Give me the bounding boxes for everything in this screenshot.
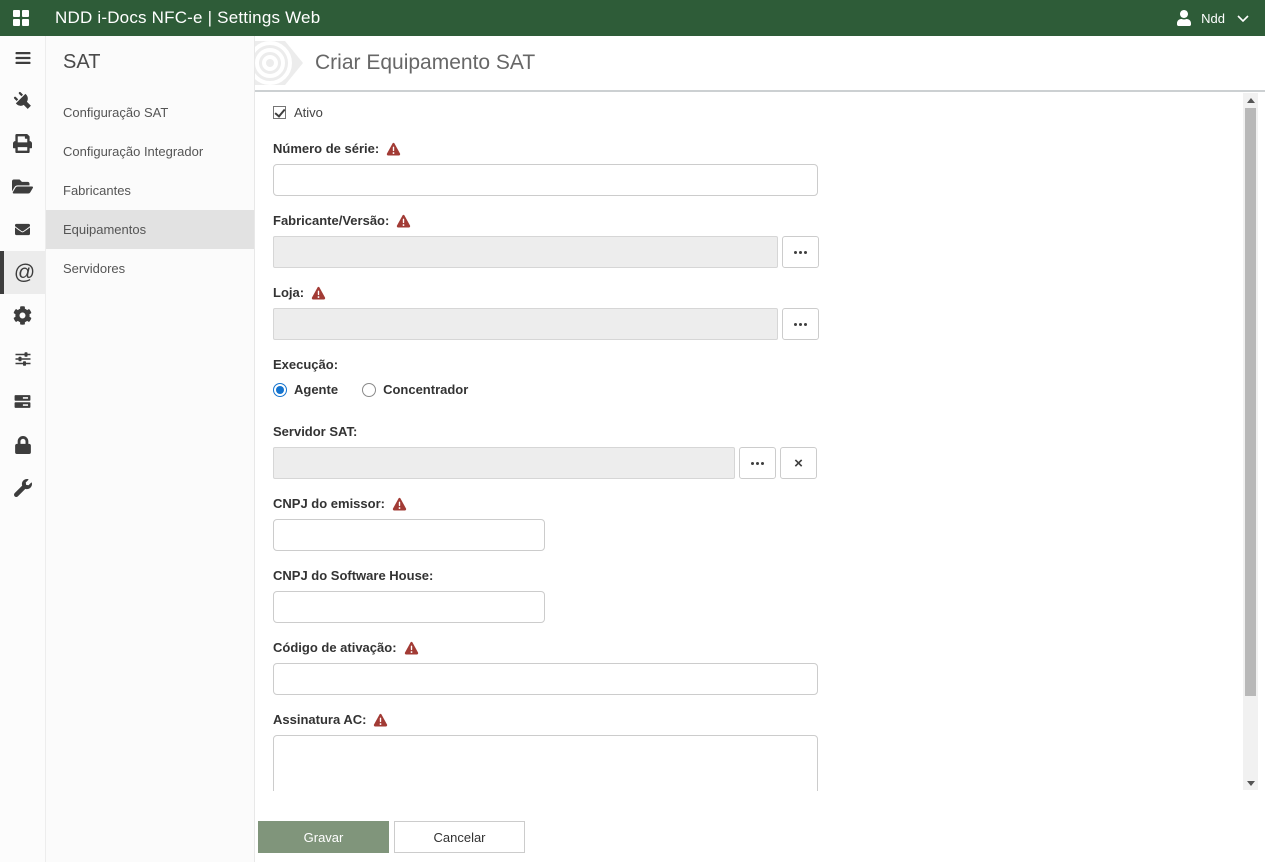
required-warning-icon — [311, 286, 326, 300]
required-warning-icon — [373, 713, 388, 727]
servidor-sat-clear-button[interactable]: × — [780, 447, 817, 479]
codigo-ativacao-input[interactable] — [273, 663, 818, 695]
app-title: NDD i-Docs NFC-e | Settings Web — [55, 8, 320, 28]
form-scroll-area: Ativo Número de série: Fabricante/Versão… — [255, 92, 1240, 791]
user-icon — [1176, 10, 1192, 26]
field-execucao: Execução: Agente Concentrador — [273, 357, 1240, 397]
sidebar-item-equipamentos[interactable]: Equipamentos — [46, 210, 254, 249]
user-menu[interactable]: Ndd — [1176, 0, 1249, 36]
radio-agente[interactable]: Agente — [273, 382, 338, 397]
envelope-icon[interactable] — [0, 208, 45, 251]
app-window: NDD i-Docs NFC-e | Settings Web Ndd @ — [0, 0, 1265, 862]
fabricante-versao-input — [273, 236, 778, 268]
user-name: Ndd — [1201, 11, 1225, 26]
field-codigo-ativacao: Código de ativação: — [273, 640, 1240, 695]
ativo-label: Ativo — [294, 105, 323, 120]
cnpj-software-house-label: CNPJ do Software House: — [273, 568, 433, 583]
loja-browse-button[interactable] — [782, 308, 819, 340]
cnpj-emissor-label: CNPJ do emissor: — [273, 496, 385, 511]
checkbox-icon — [273, 106, 286, 119]
clear-x-icon: × — [794, 456, 803, 471]
page-header: Criar Equipamento SAT — [255, 36, 1265, 92]
form-footer: Gravar Cancelar — [258, 821, 525, 853]
page-title: Criar Equipamento SAT — [315, 51, 535, 75]
lock-icon[interactable] — [0, 423, 45, 466]
main-content: Criar Equipamento SAT Ativo Número de sé… — [255, 36, 1265, 862]
numero-serie-label: Número de série: — [273, 141, 379, 156]
required-warning-icon — [396, 214, 411, 228]
at-icon[interactable]: @ — [0, 251, 45, 294]
field-assinatura-ac: Assinatura AC: — [273, 712, 1240, 791]
wrench-icon[interactable] — [0, 466, 45, 509]
chevron-down-icon — [1237, 15, 1249, 22]
fabricante-versao-label: Fabricante/Versão: — [273, 213, 389, 228]
sidebar: SAT Configuração SAT Configuração Integr… — [46, 36, 255, 862]
field-numero-serie: Número de série: — [273, 141, 1240, 196]
app-launcher-icon[interactable] — [13, 10, 29, 26]
icon-rail: @ — [0, 36, 46, 862]
required-warning-icon — [404, 641, 419, 655]
field-cnpj-emissor: CNPJ do emissor: — [273, 496, 1240, 551]
codigo-ativacao-label: Código de ativação: — [273, 640, 397, 655]
gear-icon[interactable] — [0, 294, 45, 337]
field-cnpj-software-house: CNPJ do Software House: — [273, 568, 1240, 623]
sidebar-item-fabricantes[interactable]: Fabricantes — [46, 171, 254, 210]
sidebar-item-configuracao-integrador[interactable]: Configuração Integrador — [46, 132, 254, 171]
folder-open-icon[interactable] — [0, 165, 45, 208]
sidebar-item-configuracao-sat[interactable]: Configuração SAT — [46, 93, 254, 132]
scroll-up-arrow[interactable] — [1243, 93, 1258, 107]
ativo-checkbox[interactable]: Ativo — [273, 105, 323, 120]
servidor-sat-input — [273, 447, 735, 479]
sliders-icon[interactable] — [0, 337, 45, 380]
required-warning-icon — [392, 497, 407, 511]
field-fabricante-versao: Fabricante/Versão: — [273, 213, 1240, 268]
page-title-decoration-icon — [255, 40, 305, 86]
scrollbar-thumb[interactable] — [1245, 108, 1256, 696]
save-button[interactable]: Gravar — [258, 821, 389, 853]
loja-input — [273, 308, 778, 340]
menu-icon[interactable] — [0, 36, 45, 79]
fabricante-browse-button[interactable] — [782, 236, 819, 268]
servidor-sat-label: Servidor SAT: — [273, 424, 357, 439]
cancel-button[interactable]: Cancelar — [394, 821, 525, 853]
sidebar-item-servidores[interactable]: Servidores — [46, 249, 254, 288]
execucao-label: Execução: — [273, 357, 338, 372]
assinatura-ac-textarea[interactable] — [273, 735, 818, 791]
loja-label: Loja: — [273, 285, 304, 300]
field-loja: Loja: — [273, 285, 1240, 340]
app-header: NDD i-Docs NFC-e | Settings Web Ndd — [0, 0, 1265, 36]
radio-icon — [273, 383, 287, 397]
execucao-radio-group: Agente Concentrador — [273, 382, 1240, 397]
servidor-sat-browse-button[interactable] — [739, 447, 776, 479]
radio-icon — [362, 383, 376, 397]
radio-concentrador[interactable]: Concentrador — [362, 382, 468, 397]
numero-serie-input[interactable] — [273, 164, 818, 196]
ellipsis-icon — [756, 462, 759, 465]
assinatura-ac-label: Assinatura AC: — [273, 712, 366, 727]
required-warning-icon — [386, 142, 401, 156]
sidebar-title: SAT — [46, 36, 254, 93]
plug-icon[interactable] — [0, 79, 45, 122]
cnpj-software-house-input[interactable] — [273, 591, 545, 623]
ellipsis-icon — [799, 251, 802, 254]
server-icon[interactable] — [0, 380, 45, 423]
printer-icon[interactable] — [0, 122, 45, 165]
scroll-down-arrow[interactable] — [1243, 776, 1258, 790]
ellipsis-icon — [799, 323, 802, 326]
vertical-scrollbar[interactable] — [1243, 93, 1258, 790]
field-servidor-sat: Servidor SAT: × — [273, 424, 1240, 479]
cnpj-emissor-input[interactable] — [273, 519, 545, 551]
